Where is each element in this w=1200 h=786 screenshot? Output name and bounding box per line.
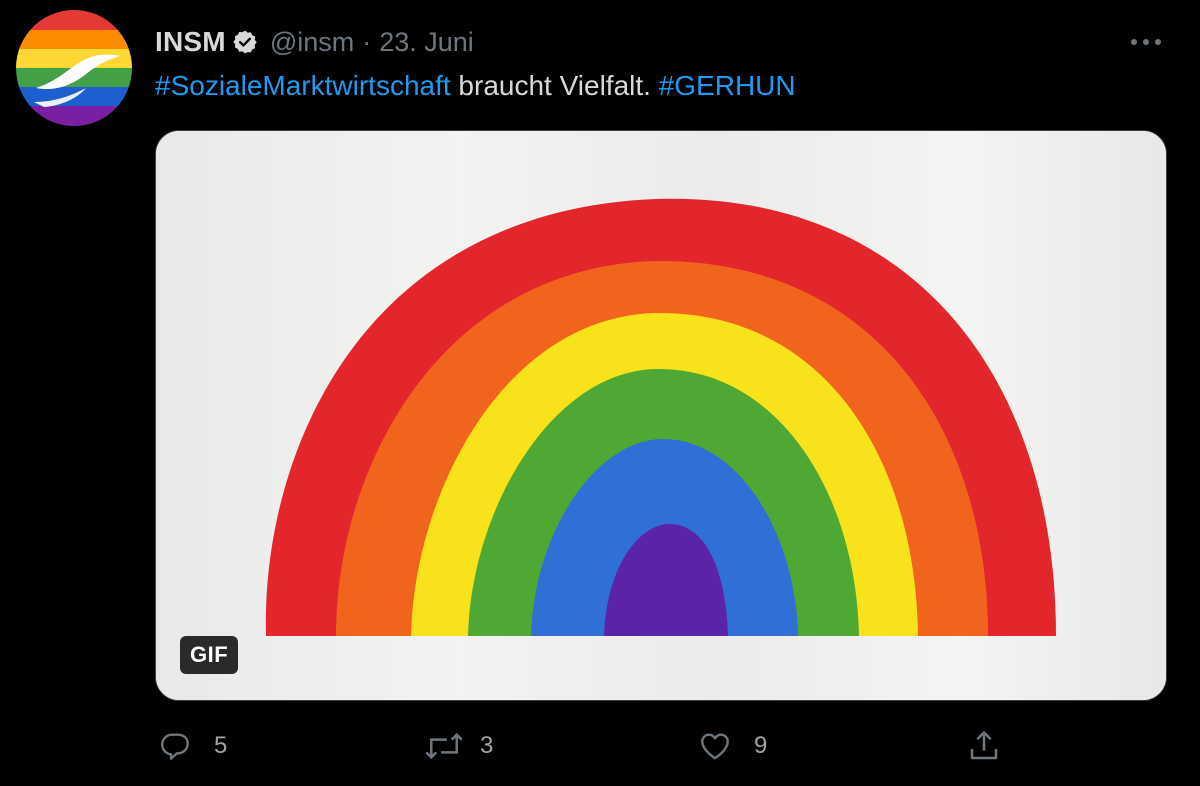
rainbow-drawing <box>156 131 1166 700</box>
share-button[interactable] <box>966 726 1002 766</box>
hashtag-link[interactable]: #GERHUN <box>659 70 796 101</box>
more-options-icon[interactable] <box>1126 28 1166 56</box>
retweet-count: 3 <box>480 732 494 759</box>
avatar[interactable] <box>16 10 132 126</box>
display-name[interactable]: INSM <box>155 26 226 58</box>
reply-icon <box>158 729 192 763</box>
hashtag-link[interactable]: #SozialeMarktwirtschaft <box>155 70 451 101</box>
retweet-icon <box>424 729 464 763</box>
insm-rainbow-logo <box>16 10 132 126</box>
tweet-actions: 5 3 9 <box>0 726 1200 766</box>
user-handle[interactable]: @insm <box>270 27 354 58</box>
reply-button[interactable]: 5 <box>158 726 227 766</box>
like-count: 9 <box>754 732 768 759</box>
reply-count: 5 <box>214 732 228 759</box>
verified-badge-icon <box>232 29 258 55</box>
tweet-text: #SozialeMarktwirtschaft braucht Vielfalt… <box>155 66 796 106</box>
tweet-body-text: braucht Vielfalt. <box>450 70 659 101</box>
header-separator: · <box>362 26 372 57</box>
gif-badge: GIF <box>180 636 239 674</box>
tweet-header: INSM @insm · 23. Juni <box>155 20 474 64</box>
tweet-date[interactable]: 23. Juni <box>379 27 474 58</box>
like-icon <box>698 729 732 763</box>
media-gif[interactable]: GIF <box>155 130 1167 701</box>
like-button[interactable]: 9 <box>698 726 767 766</box>
retweet-button[interactable]: 3 <box>424 726 493 766</box>
share-icon <box>966 728 1002 764</box>
